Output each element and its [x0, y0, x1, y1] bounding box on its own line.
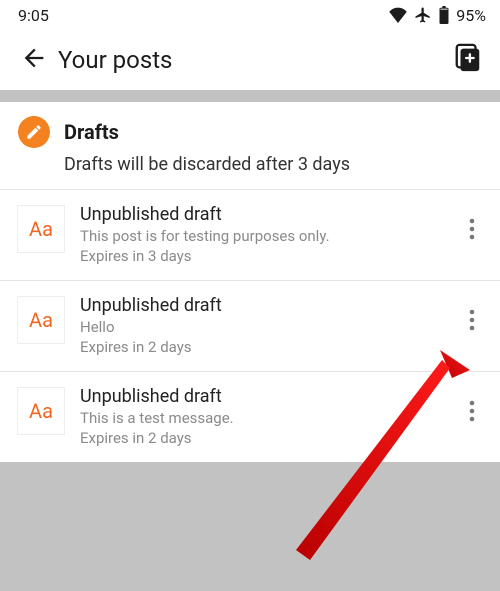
add-card-icon: [453, 43, 483, 77]
more-button[interactable]: [452, 208, 492, 254]
draft-body: Unpublished draft Hello Expires in 2 day…: [80, 295, 436, 357]
draft-expires: Expires in 3 days: [80, 247, 436, 267]
pencil-icon: [18, 116, 50, 148]
new-post-button[interactable]: [448, 40, 488, 80]
airplane-icon: [414, 6, 432, 24]
more-vert-icon: [462, 216, 482, 246]
more-vert-icon: [462, 398, 482, 428]
more-vert-icon: [462, 307, 482, 337]
draft-title: Unpublished draft: [80, 295, 436, 316]
back-button[interactable]: [14, 40, 54, 80]
draft-row[interactable]: Aa Unpublished draft This post is for te…: [0, 190, 500, 280]
draft-body: Unpublished draft This post is for testi…: [80, 204, 436, 266]
status-bar: 9:05 95%: [0, 0, 500, 30]
header: Your posts: [0, 30, 500, 90]
status-icons: 95%: [388, 6, 486, 25]
draft-row[interactable]: Aa Unpublished draft This is a test mess…: [0, 372, 500, 462]
draft-body: Unpublished draft This is a test message…: [80, 386, 436, 448]
draft-row[interactable]: Aa Unpublished draft Hello Expires in 2 …: [0, 281, 500, 371]
draft-expires: Expires in 2 days: [80, 338, 436, 358]
drafts-section-header: Drafts Drafts will be discarded after 3 …: [0, 102, 500, 189]
screen: { "status": { "time": "9:05", "battery":…: [0, 0, 500, 591]
draft-snippet: Hello: [80, 318, 436, 338]
text-thumbnail-icon: Aa: [18, 388, 64, 434]
section-subtitle: Drafts will be discarded after 3 days: [0, 152, 500, 189]
battery-percent: 95%: [456, 6, 486, 25]
more-button[interactable]: [452, 299, 492, 345]
wifi-icon: [388, 7, 408, 23]
draft-snippet: This post is for testing purposes only.: [80, 227, 436, 247]
battery-icon: [438, 6, 450, 24]
text-thumbnail-icon: Aa: [18, 206, 64, 252]
arrow-left-icon: [20, 44, 48, 76]
status-time: 9:05: [18, 6, 49, 25]
draft-snippet: This is a test message.: [80, 409, 436, 429]
more-button[interactable]: [452, 390, 492, 436]
draft-title: Unpublished draft: [80, 386, 436, 407]
text-thumbnail-icon: Aa: [18, 297, 64, 343]
section-title: Drafts: [64, 120, 119, 144]
draft-title: Unpublished draft: [80, 204, 436, 225]
draft-expires: Expires in 2 days: [80, 429, 436, 449]
page-title: Your posts: [58, 46, 448, 74]
